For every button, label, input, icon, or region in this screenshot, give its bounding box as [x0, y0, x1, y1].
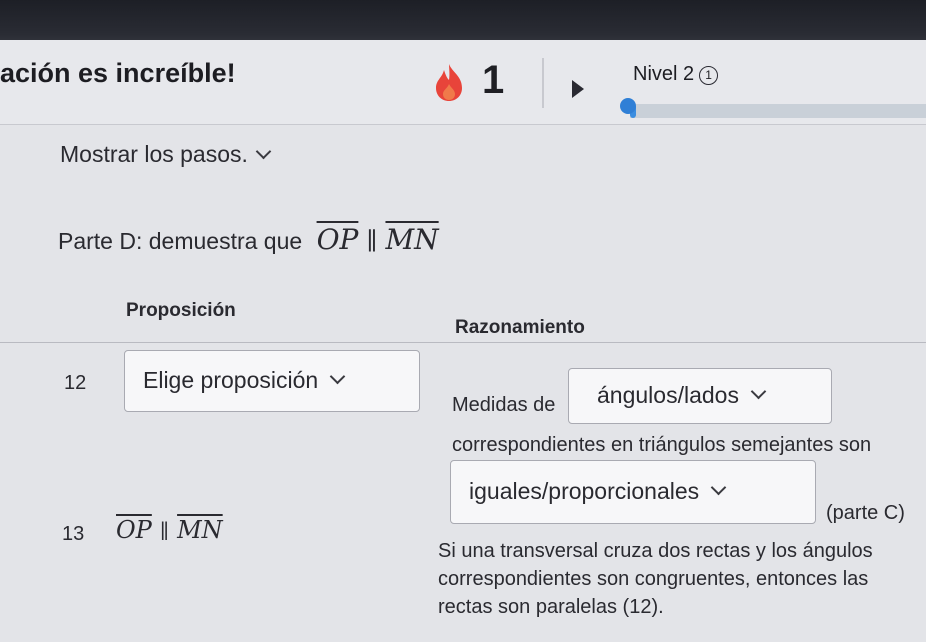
segment-op: OP: [316, 223, 359, 256]
equal-proportional-value: iguales/proporcionales: [469, 478, 700, 504]
part-label: Parte D: demuestra que: [58, 228, 303, 254]
info-icon[interactable]: 1: [699, 66, 719, 85]
reason-line: correspondientes son congruentes, entonc…: [438, 568, 869, 590]
chevron-down-icon: [329, 368, 346, 385]
level-text: Nivel 2: [633, 63, 695, 85]
table-header-divider: [0, 342, 926, 343]
segment-mn: MN: [385, 223, 439, 256]
angles-sides-value: ángulos/lados: [597, 382, 739, 408]
segment-mn: MN: [177, 516, 223, 544]
chevron-down-icon: [255, 143, 272, 160]
play-icon[interactable]: [572, 80, 584, 98]
row-number: 13: [62, 523, 85, 545]
parallel-symbol: ∥: [366, 227, 378, 255]
angles-sides-dropdown[interactable]: ángulos/lados: [568, 368, 832, 424]
reason-suffix: (parte C): [826, 502, 905, 524]
header-divider: [542, 58, 544, 108]
reason-line: rectas son paralelas (12).: [438, 596, 664, 618]
flame-icon: [436, 64, 462, 101]
column-header-reason: Razonamiento: [455, 317, 585, 338]
part-d-heading: Parte D: demuestra que OP ∥ MN: [58, 223, 439, 256]
parallel-statement: OP ∥ MN: [317, 223, 439, 256]
level-progress-bar: [630, 104, 926, 118]
show-steps-toggle[interactable]: Mostrar los pasos.: [60, 141, 272, 168]
reason-prefix: Medidas de: [452, 394, 556, 416]
statement-dropdown-value: Elige proposición: [143, 367, 319, 393]
segment-op: OP: [116, 516, 152, 544]
parallel-symbol: ∥: [159, 519, 170, 543]
statement-parallel: OP ∥ MN: [116, 516, 223, 544]
equal-proportional-dropdown[interactable]: iguales/proporcionales: [450, 460, 816, 524]
row-number: 12: [64, 372, 87, 394]
chevron-down-icon: [750, 383, 767, 400]
statement-dropdown[interactable]: Elige proposición: [124, 350, 420, 412]
reason-line: Si una transversal cruza dos rectas y lo…: [438, 540, 873, 562]
chevron-down-icon: [710, 479, 727, 496]
reason-middle: correspondientes en triángulos semejante…: [452, 434, 872, 456]
level-label: Nivel 21: [633, 63, 719, 86]
progress-marker: [620, 98, 636, 114]
show-steps-label: Mostrar los pasos.: [60, 141, 248, 167]
column-header-statement: Proposición: [126, 300, 236, 321]
header-title: ación es increíble!: [0, 58, 236, 88]
lesson-header: ación es increíble! 1 Nivel 21: [0, 40, 926, 125]
streak-count: 1: [482, 58, 505, 102]
